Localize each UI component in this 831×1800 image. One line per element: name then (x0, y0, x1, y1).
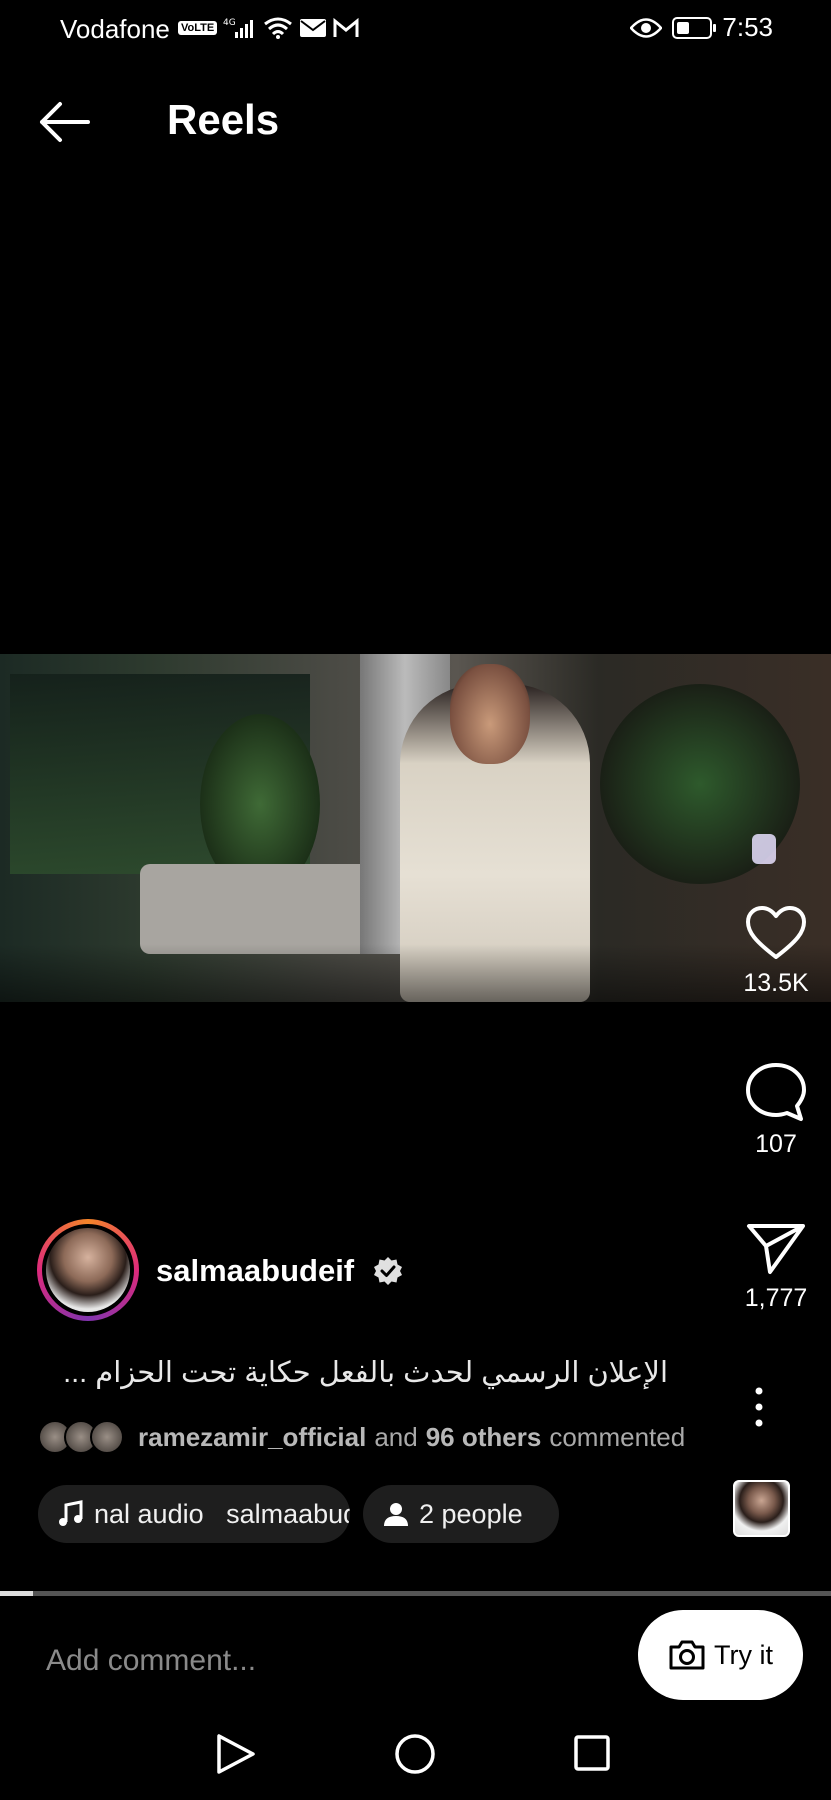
signal-icon: 4G (223, 18, 254, 38)
commented-and: and (374, 1421, 418, 1452)
video-floor-shadow (0, 944, 831, 1002)
people-label: 2 people (419, 1498, 523, 1529)
video-lamp (752, 834, 776, 864)
volte-icon: VoLTE (178, 21, 218, 35)
heart-icon[interactable] (745, 905, 807, 961)
system-nav-bar (217, 1734, 610, 1774)
clock: 7:53 (722, 12, 773, 42)
add-comment-input[interactable]: Add comment... (46, 1644, 526, 1684)
verified-badge-icon (374, 1257, 402, 1285)
gmail-icon (333, 17, 359, 37)
commented-summary[interactable]: ramezamir_official and 96 others comment… (38, 1420, 685, 1454)
shares-count: 1,777 (744, 1284, 808, 1312)
commenter-avatar (90, 1420, 124, 1454)
tagged-people-pill[interactable]: 2 people (363, 1485, 559, 1543)
share-action[interactable]: 1,777 (721, 1222, 831, 1313)
video-progress-fill (0, 1591, 34, 1596)
nav-recents-icon (574, 1735, 610, 1771)
video-person-head (450, 664, 530, 764)
back-arrow-icon[interactable] (36, 100, 92, 144)
try-it-label: Try it (714, 1639, 773, 1670)
page-title: Reels (167, 96, 280, 143)
author-avatar[interactable] (37, 1219, 139, 1321)
avatar-image (46, 1228, 130, 1312)
music-note-icon (59, 1500, 83, 1526)
audio-thumbnail[interactable] (733, 1480, 790, 1537)
send-icon[interactable] (746, 1222, 806, 1276)
commented-others[interactable]: 96 others (426, 1422, 542, 1453)
comments-count: 107 (755, 1130, 797, 1158)
video-sofa (140, 864, 390, 954)
battery-icon (672, 16, 717, 39)
author-username[interactable]: salmaabudeif (156, 1253, 354, 1289)
audio-label: nal audio salmaabudeif (94, 1498, 350, 1529)
audio-pill[interactable]: nal audio salmaabudeif (38, 1485, 350, 1543)
carrier-name: Vodafone (60, 14, 170, 44)
video-progress-bar[interactable] (0, 1591, 831, 1596)
commented-suffix: commented (549, 1421, 686, 1452)
nav-home-icon (395, 1734, 435, 1774)
commenter-username[interactable]: ramezamir_official (138, 1422, 366, 1453)
avatar-gap (42, 1224, 134, 1316)
mail-icon (300, 19, 327, 37)
like-action[interactable]: 13.5K (721, 905, 831, 998)
status-right: 7:53 (630, 12, 773, 43)
reel-caption[interactable]: الإعلان الرسمي لحدث بالفعل حكاية تحت الح… (38, 1355, 668, 1390)
camera-icon (669, 1640, 705, 1670)
nav-back-icon (217, 1734, 255, 1774)
comment-action[interactable]: 107 (721, 1062, 831, 1159)
reel-video[interactable] (0, 654, 831, 1002)
commenter-avatars (38, 1420, 124, 1454)
network-type-label: 4G (223, 18, 236, 28)
comment-bubble-icon[interactable] (745, 1062, 807, 1122)
eye-icon (630, 17, 663, 38)
status-bar: Vodafone VoLTE 4G 7:53 (0, 0, 831, 58)
likes-count: 13.5K (743, 969, 809, 997)
person-icon (384, 1503, 408, 1526)
more-options-icon[interactable] (745, 1385, 773, 1429)
network-icons: VoLTE 4G (178, 12, 359, 44)
battery-level (677, 21, 690, 34)
try-it-button[interactable]: Try it (638, 1610, 803, 1700)
wifi-icon (264, 17, 293, 39)
